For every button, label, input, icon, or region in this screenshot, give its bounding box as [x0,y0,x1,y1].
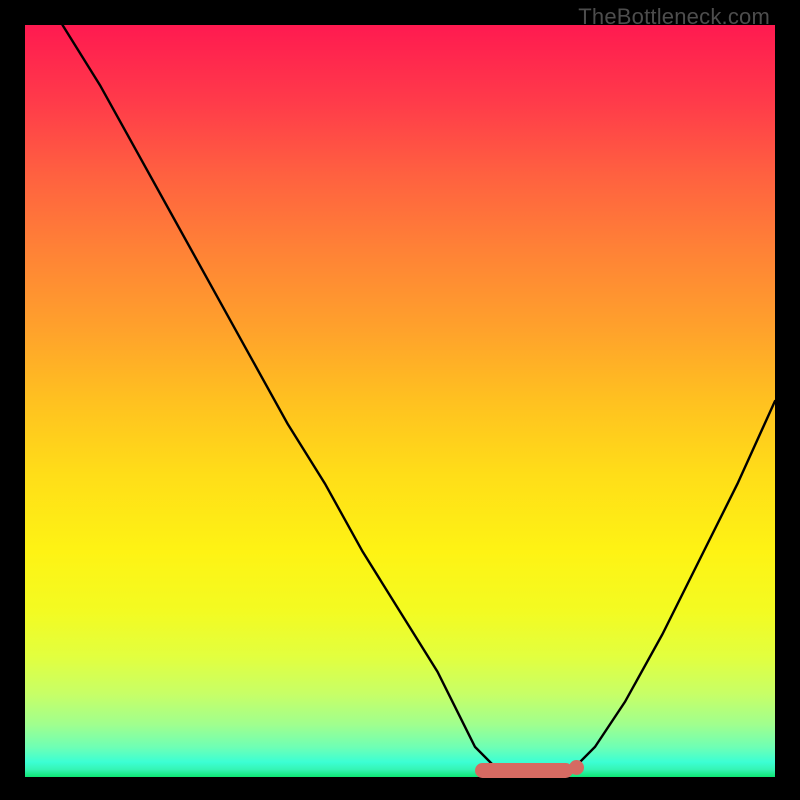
optimal-range-end-dot [569,760,584,775]
bottleneck-curve [25,25,775,777]
optimal-range-marker [475,763,573,778]
